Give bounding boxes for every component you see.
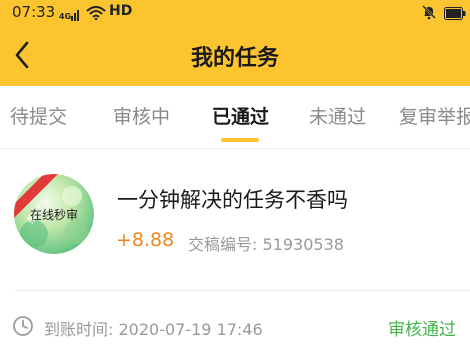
submission-code: 交稿编号: 51930538: [188, 231, 344, 255]
tab-divider: [0, 148, 470, 149]
review-status: 审核通过: [388, 320, 456, 340]
task-reward: +8.88: [116, 229, 175, 251]
submission-code-value: 51930538: [262, 235, 344, 254]
svg-text:4G: 4G: [59, 12, 71, 21]
arrival-time-value: 2020-07-19 17:46: [118, 320, 263, 339]
status-bar: 07:33 4G HD: [0, 0, 470, 24]
active-tab-indicator: [221, 138, 259, 142]
arrival-time: 到账时间: 2020-07-19 17:46: [44, 316, 263, 340]
task-thumbnail-image: 推荐 在线秒审: [14, 174, 94, 254]
tab-re-review-report[interactable]: 复审举报: [399, 102, 470, 129]
signal-icon: 4G: [59, 6, 81, 25]
row-divider: [14, 290, 470, 291]
arrival-time-label: 到账时间:: [44, 320, 114, 339]
task-thumbnail[interactable]: 推荐 在线秒审: [14, 174, 94, 254]
tab-under-review[interactable]: 审核中: [113, 102, 170, 129]
network-type: HD: [109, 3, 133, 19]
battery-icon: [444, 5, 466, 24]
task-thumbnail-label: 在线秒审: [30, 207, 78, 222]
tab-rejected[interactable]: 未通过: [309, 102, 366, 129]
status-time: 07:33: [12, 3, 56, 21]
submission-code-label: 交稿编号:: [188, 235, 258, 254]
tab-pending-submit[interactable]: 待提交: [10, 102, 67, 129]
clock-icon: [12, 315, 34, 341]
task-title[interactable]: 一分钟解决的任务不香吗: [117, 184, 348, 214]
page-title: 我的任务: [190, 46, 279, 71]
tab-approved[interactable]: 已通过: [212, 102, 269, 129]
mute-bell-icon: [421, 4, 437, 24]
top-bar: 07:33 4G HD 我的任务: [0, 0, 470, 86]
wifi-icon: [86, 5, 106, 24]
tab-bar: 待提交 审核中 已通过 未通过 复审举报: [0, 86, 470, 144]
